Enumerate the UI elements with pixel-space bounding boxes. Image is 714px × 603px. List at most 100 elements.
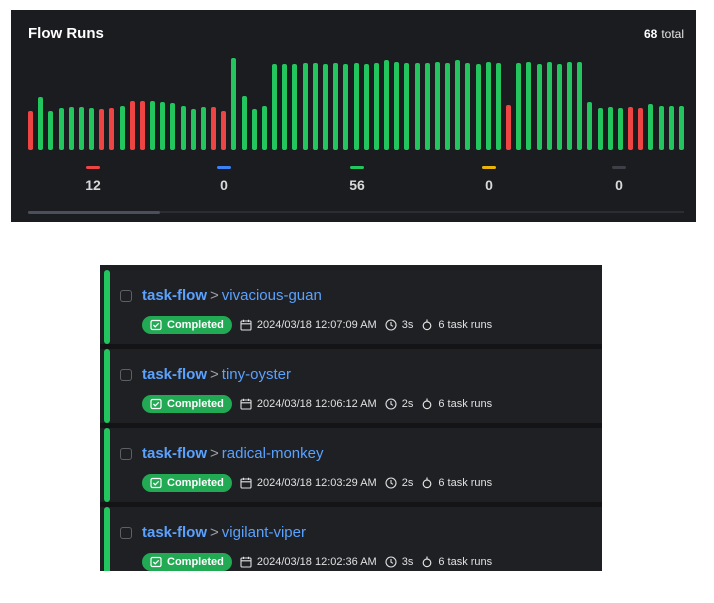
completed-run-bar[interactable] [475,63,481,150]
completed-run-bar[interactable] [48,110,54,150]
completed-run-bar[interactable] [150,101,156,150]
completed-run-bar[interactable] [363,63,369,150]
select-checkbox[interactable] [120,448,132,460]
select-checkbox[interactable] [120,527,132,539]
completed-run-bar[interactable] [394,61,400,150]
flow-name-link[interactable]: task-flow [142,366,207,383]
completed-run-bar[interactable] [465,62,471,150]
completed-run-bar[interactable] [658,105,664,150]
flow-run-row[interactable]: task-flow > vivacious-guan Completed 2024/… [100,270,602,344]
completed-run-bar[interactable] [58,107,64,150]
completed-run-bar[interactable] [495,62,501,150]
completed-run-bar[interactable] [607,106,613,150]
completed-run-bar[interactable] [526,61,532,150]
completed-run-bar[interactable] [485,61,491,150]
failed-run-bar[interactable] [99,108,105,150]
completed-run-bar[interactable] [251,108,257,150]
completed-run-bar[interactable] [38,97,44,150]
completed-run-bar[interactable] [587,102,593,150]
completed-run-bar[interactable] [312,62,318,150]
completed-run-bar[interactable] [231,57,237,150]
completed-run-bar[interactable] [373,62,379,150]
completed-run-bar[interactable] [536,63,542,150]
completed-run-bar[interactable] [424,62,430,150]
state-count-pending[interactable]: 0 [459,166,519,193]
scrollbar-thumb[interactable] [28,211,160,214]
run-name-link[interactable]: tiny-oyster [222,366,291,383]
completed-run-bar[interactable] [302,62,308,150]
completed-run-bar[interactable] [119,105,125,150]
completed-run-bar[interactable] [516,62,522,150]
failed-run-bar[interactable] [638,107,644,150]
completed-run-bar[interactable] [648,103,654,150]
failed-run-bar[interactable] [28,110,33,150]
completed-run-bar[interactable] [567,61,573,150]
check-square-icon [150,398,162,410]
task-run-icon [422,556,432,568]
completed-run-bar[interactable] [190,108,196,150]
run-name-link[interactable]: vigilant-viper [222,524,306,541]
state-count-completed[interactable]: 56 [327,166,387,193]
start-time: 2024/03/18 12:07:09 AM [240,319,377,331]
running-count-value: 0 [220,177,228,193]
task-run-count: 6 task runs [421,398,492,410]
completed-run-bar[interactable] [241,96,247,150]
completed-run-bar[interactable] [261,105,267,150]
flow-run-row[interactable]: task-flow > tiny-oyster Completed 2024/03/… [100,349,602,423]
completed-run-bar[interactable] [597,107,603,150]
flow-name-link[interactable]: task-flow [142,445,207,462]
completed-run-bar[interactable] [160,102,166,150]
completed-run-bar[interactable] [78,106,84,150]
flow-name-link[interactable]: task-flow [142,524,207,541]
failed-run-bar[interactable] [129,101,135,150]
completed-run-bar[interactable] [546,61,552,150]
completed-run-bar[interactable] [333,62,339,150]
completed-run-bar[interactable] [404,62,410,150]
check-square-icon [150,556,162,568]
completed-run-bar[interactable] [180,105,186,150]
state-count-failed[interactable]: 12 [63,166,123,193]
flow-run-row[interactable]: task-flow > vigilant-viper Completed 2024/… [100,507,602,571]
completed-run-bar[interactable] [617,107,623,150]
completed-run-bar[interactable] [679,105,684,150]
completed-run-bar[interactable] [282,63,288,150]
horizontal-scrollbar[interactable] [28,211,684,214]
select-checkbox[interactable] [120,290,132,302]
state-badge-label: Completed [167,319,224,331]
select-checkbox[interactable] [120,369,132,381]
completed-run-bar[interactable] [353,62,359,150]
completed-run-bar[interactable] [322,63,328,150]
start-time-text: 2024/03/18 12:03:29 AM [256,477,377,489]
completed-run-bar[interactable] [556,63,562,150]
failed-run-bar[interactable] [506,104,512,150]
completed-run-bar[interactable] [170,103,176,150]
completed-run-bar[interactable] [384,59,390,150]
failed-run-bar[interactable] [211,106,217,150]
failed-run-bar[interactable] [221,110,227,150]
completed-run-bar[interactable] [668,105,674,150]
completed-run-bar[interactable] [200,106,206,150]
completed-run-bar[interactable] [68,106,74,150]
failed-run-bar[interactable] [139,101,145,150]
run-title: task-flow > vivacious-guan [142,287,322,304]
state-count-cancelled[interactable]: 0 [589,166,649,193]
completed-run-bar[interactable] [414,62,420,150]
failed-run-bar[interactable] [109,107,115,150]
completed-run-bar[interactable] [292,63,298,150]
duration-text: 2s [401,398,414,410]
flow-run-row[interactable]: task-flow > radical-monkey Completed 2024/… [100,428,602,502]
completed-run-bar[interactable] [434,61,440,150]
flow-name-link[interactable]: task-flow [142,287,207,304]
completed-run-bar[interactable] [577,61,583,150]
run-name-link[interactable]: vivacious-guan [222,287,322,304]
task-run-count: 6 task runs [421,477,492,489]
failed-run-bar[interactable] [628,106,634,150]
completed-run-bar[interactable] [89,107,95,150]
state-accent-bar [104,349,110,423]
completed-run-bar[interactable] [455,59,461,150]
completed-run-bar[interactable] [343,63,349,150]
run-name-link[interactable]: radical-monkey [222,445,324,462]
completed-run-bar[interactable] [272,63,278,150]
state-count-running[interactable]: 0 [194,166,254,193]
completed-run-bar[interactable] [445,62,451,150]
